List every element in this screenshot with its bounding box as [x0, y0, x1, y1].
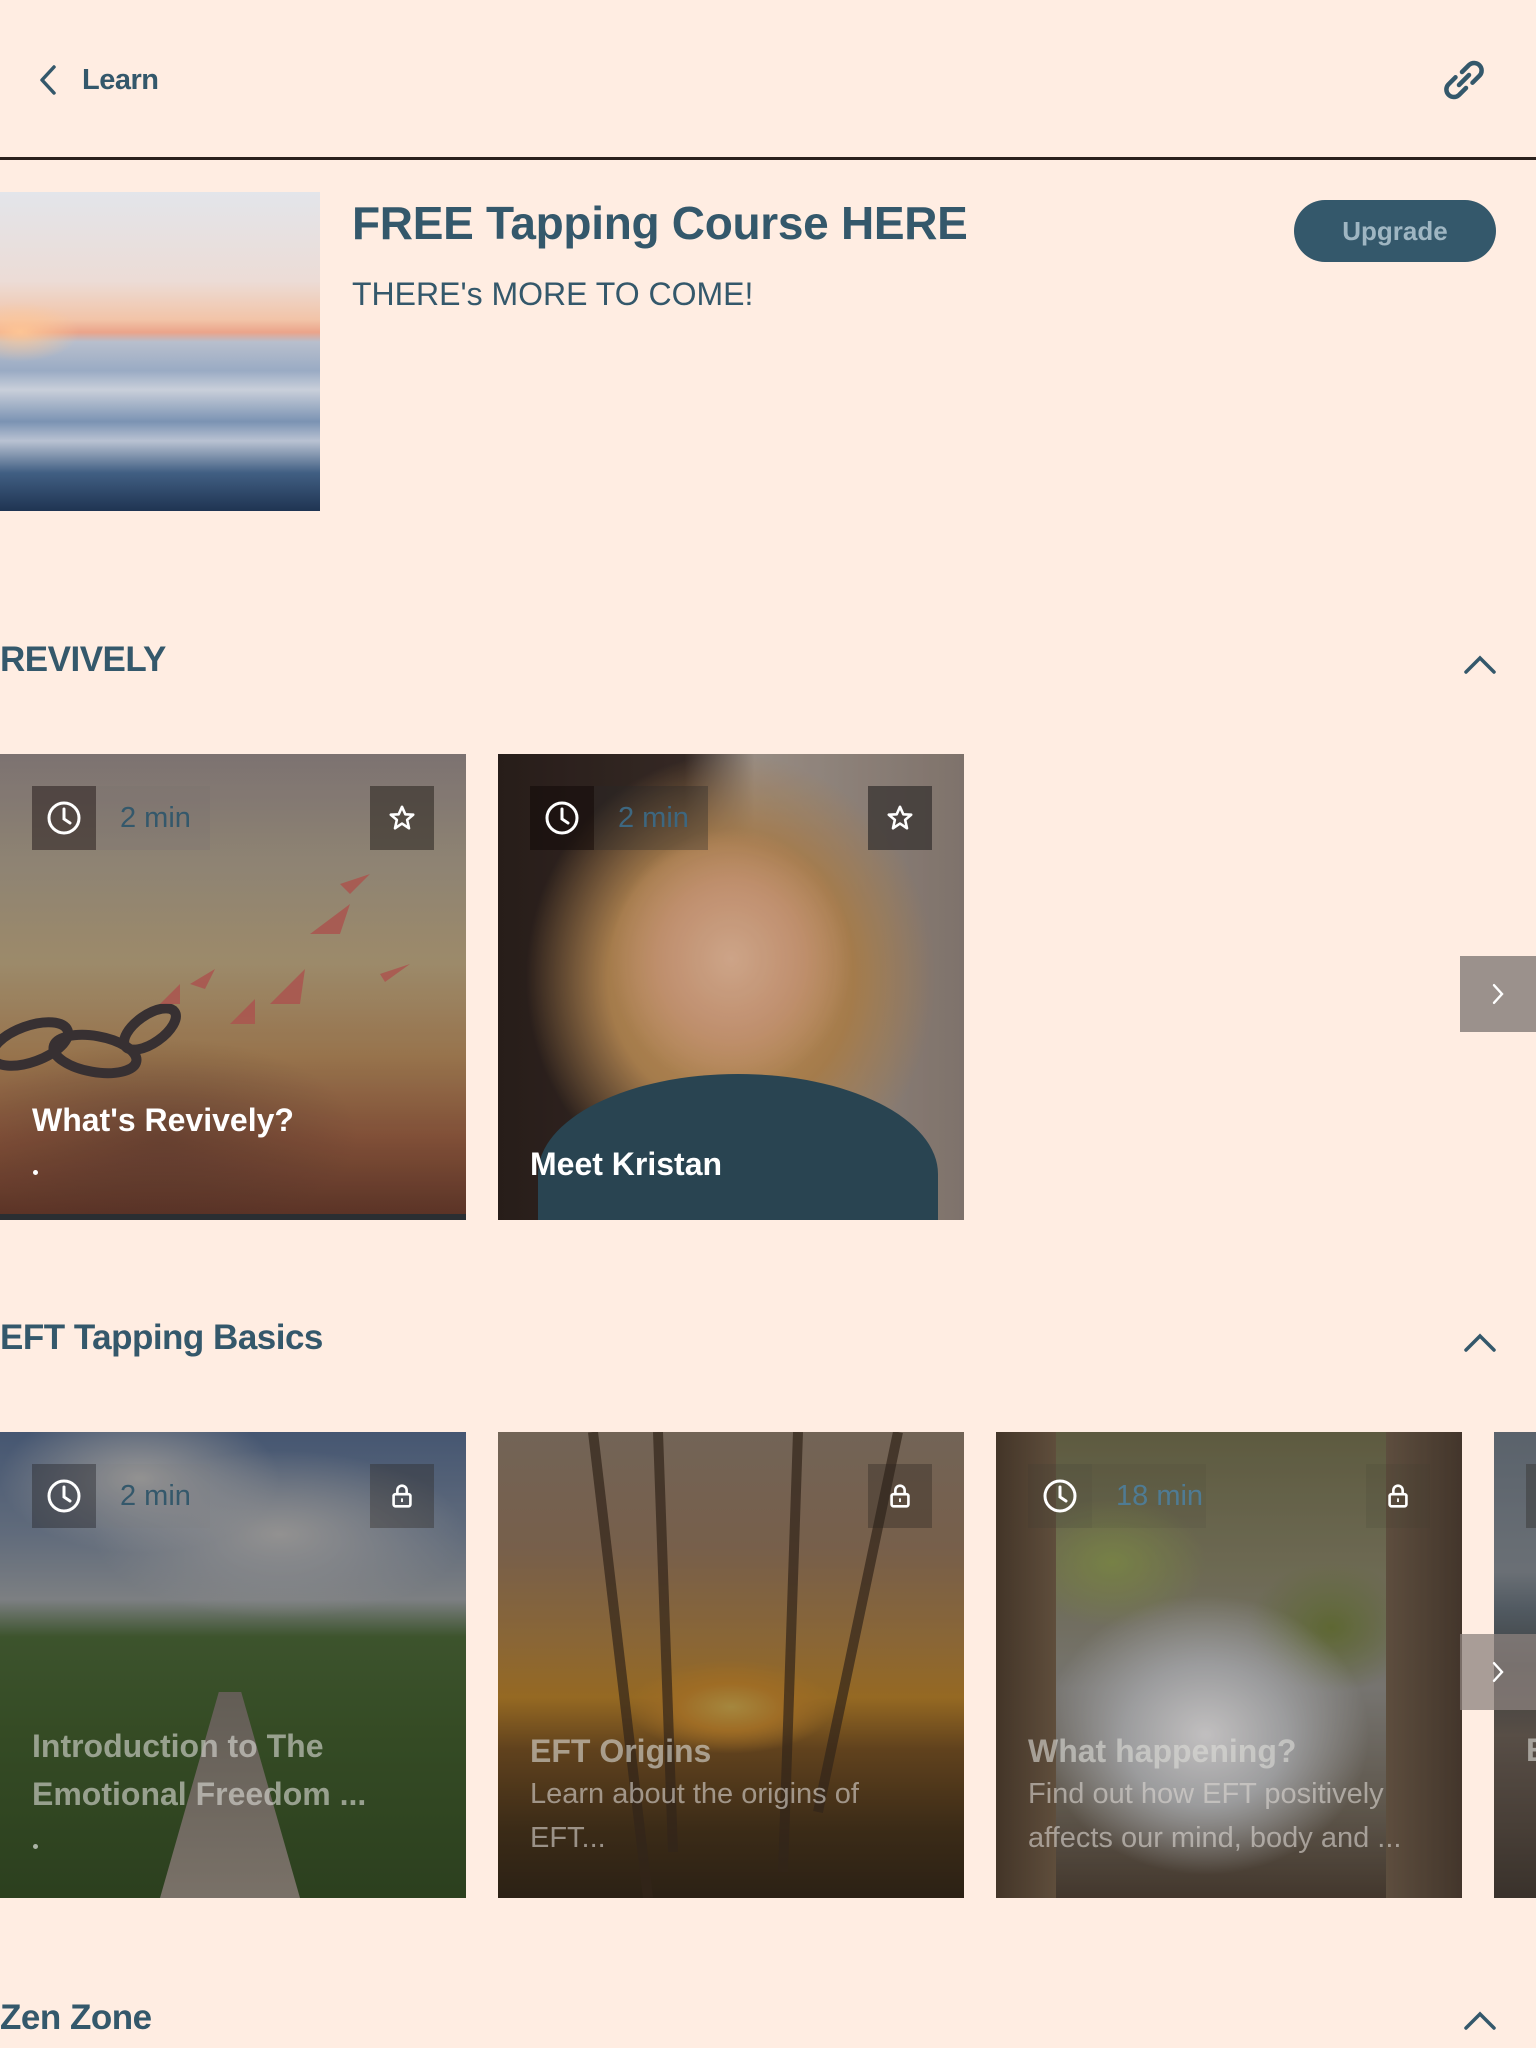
card-title: What's Revively?	[32, 1102, 294, 1138]
favorite-button[interactable]	[868, 786, 932, 850]
course-image	[0, 192, 320, 511]
collapse-revively-button[interactable]	[1458, 644, 1502, 684]
share-link-button[interactable]	[1436, 52, 1492, 108]
card-description: Find out how EFT positively affects our …	[1028, 1778, 1402, 1854]
carousel-next-button[interactable]	[1460, 956, 1536, 1032]
star-icon	[389, 805, 415, 830]
card-title: EFT Origins	[530, 1733, 712, 1769]
lesson-card[interactable]: 2 min What's Revively?	[0, 754, 466, 1220]
chevron-up-icon	[1464, 2011, 1496, 2030]
course-title: FREE Tapping Course HERE	[352, 197, 968, 249]
back-label: Learn	[82, 63, 159, 96]
chevron-right-icon	[1492, 984, 1504, 1004]
collapse-zen-zone-button[interactable]	[1458, 2000, 1502, 2040]
duration-text: 18 min	[1092, 1464, 1206, 1528]
chevron-up-icon	[1464, 1333, 1496, 1352]
clock-icon	[545, 801, 579, 835]
duration-badge	[1028, 1464, 1092, 1528]
lock-icon	[392, 1484, 412, 1508]
card-description-dot	[33, 1170, 38, 1175]
locked-indicator	[1526, 1464, 1536, 1528]
card-title: Meet Kristan	[530, 1146, 723, 1182]
course-subtitle: THERE's MORE TO COME!	[352, 276, 754, 312]
chevron-left-icon	[40, 65, 56, 95]
upgrade-button[interactable]: Upgrade	[1294, 200, 1496, 262]
duration-text: 2 min	[594, 786, 708, 850]
locked-indicator	[370, 1464, 434, 1528]
card-title: What happening?	[1028, 1733, 1297, 1769]
card-description: Learn about the origins of EFT...	[530, 1778, 859, 1854]
section-title-revively: REVIVELY	[0, 640, 166, 679]
clock-icon	[47, 1479, 81, 1513]
lesson-card[interactable]: 2 min Introduction to The Emotional Free…	[0, 1432, 466, 1898]
lesson-card[interactable]: EFT Origins Learn about the origins of E…	[498, 1432, 964, 1898]
card-title: Introduction to The Emotional Freedom ..…	[32, 1728, 367, 1812]
card-description-dot	[33, 1844, 38, 1849]
section-title-eft-basics: EFT Tapping Basics	[0, 1318, 323, 1357]
duration-text: 2 min	[96, 1464, 210, 1528]
clock-icon	[47, 801, 81, 835]
duration-badge	[530, 786, 594, 850]
lesson-card[interactable]: 18 min What happening? Find out how EFT …	[996, 1432, 1462, 1898]
lock-icon	[1388, 1484, 1408, 1508]
duration-badge	[32, 1464, 96, 1528]
back-button[interactable]: Learn	[34, 56, 159, 104]
section-title-zen-zone: Zen Zone	[0, 1998, 152, 2037]
link-icon	[1444, 60, 1484, 100]
clock-icon	[1043, 1479, 1077, 1513]
carousel-next-button[interactable]	[1460, 1634, 1536, 1710]
duration-badge	[32, 786, 96, 850]
collapse-eft-basics-button[interactable]	[1458, 1322, 1502, 1362]
lesson-card[interactable]: 2 min Meet Kristan	[498, 754, 964, 1220]
duration-text: 2 min	[96, 786, 210, 850]
locked-indicator	[1366, 1464, 1430, 1528]
lock-icon	[890, 1484, 910, 1508]
chevron-right-icon	[1492, 1662, 1504, 1682]
star-icon	[887, 805, 913, 830]
locked-indicator	[868, 1464, 932, 1528]
chevron-up-icon	[1464, 655, 1496, 674]
favorite-button[interactable]	[370, 786, 434, 850]
card-title: E	[1526, 1732, 1536, 1769]
top-bar: Learn	[0, 0, 1536, 160]
